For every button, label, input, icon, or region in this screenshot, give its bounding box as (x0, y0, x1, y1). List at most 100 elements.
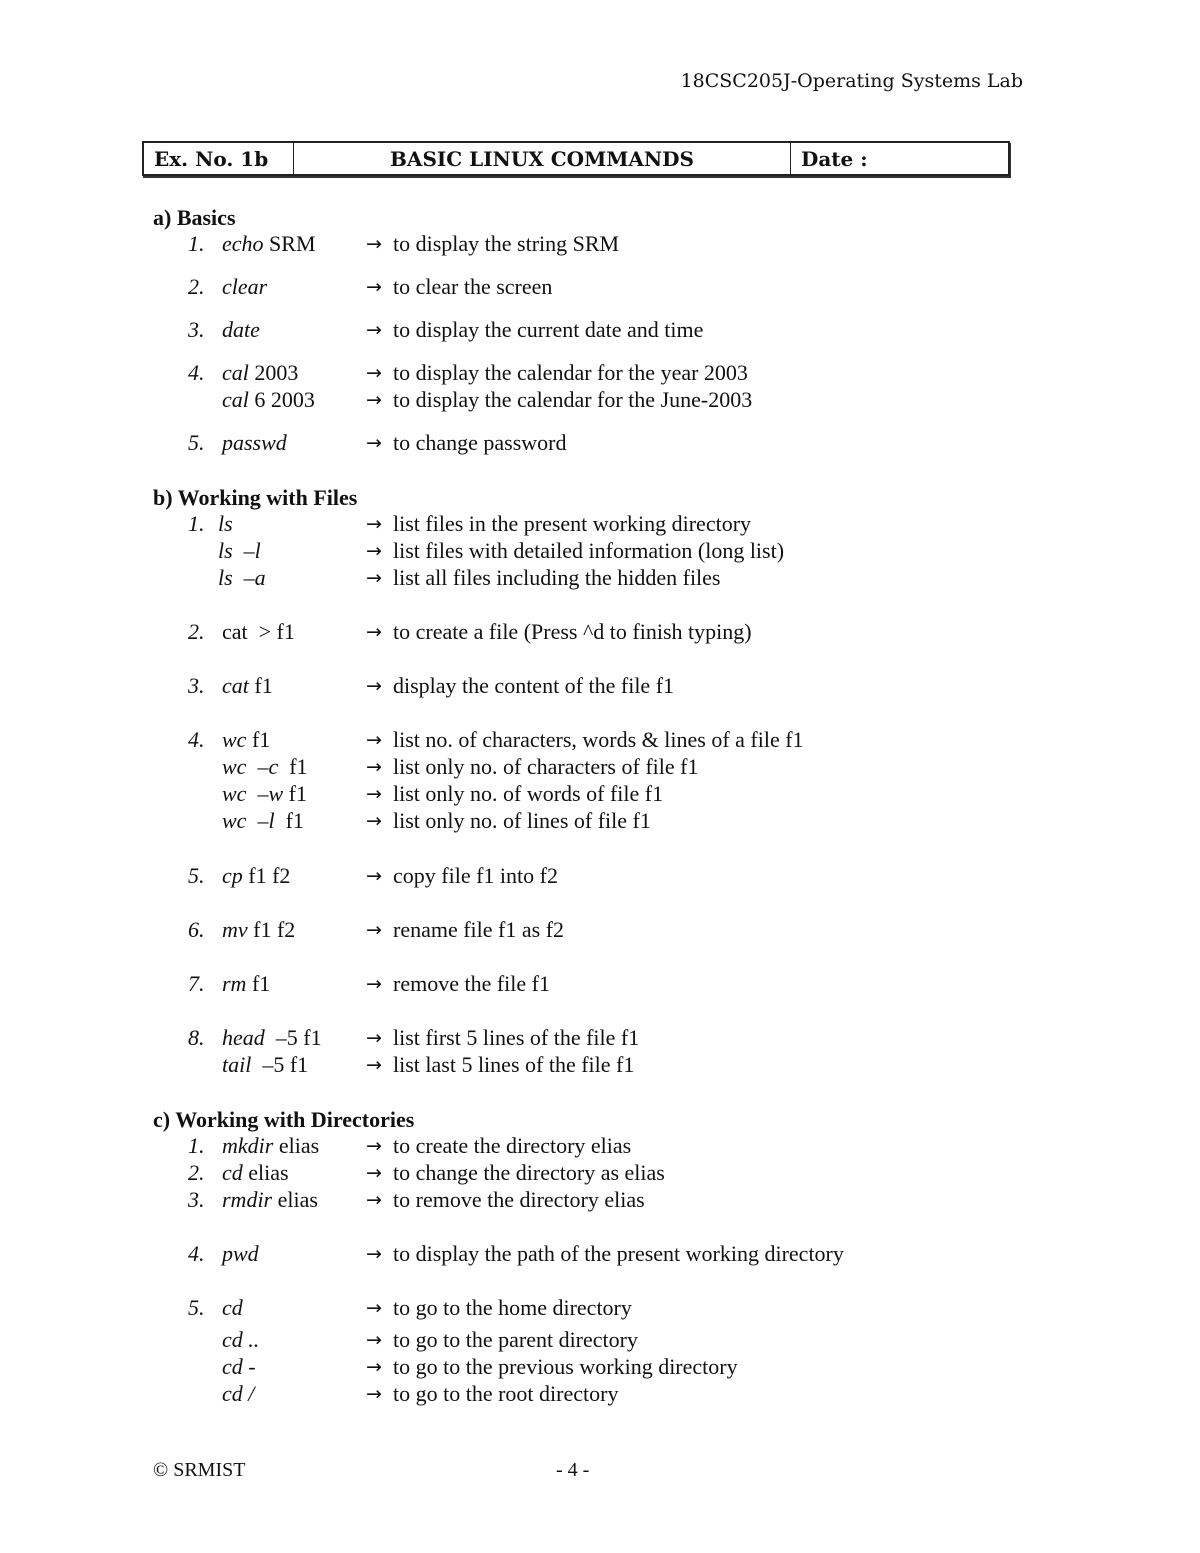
command-name: cd / (222, 1381, 255, 1406)
arrow-icon: → (366, 1383, 382, 1405)
command-name: ls –l (218, 538, 261, 563)
command-description: list files in the present working direct… (393, 511, 752, 536)
command-description: to display the string SRM (393, 231, 620, 256)
command-name: rmdir (222, 1187, 273, 1212)
command-name: ls (218, 511, 233, 536)
section-heading: b) Working with Files (153, 485, 358, 510)
arrow-icon: → (366, 1189, 382, 1211)
arrow-icon: → (366, 432, 382, 454)
command-name: tail (222, 1052, 252, 1077)
arrow-icon: → (366, 756, 382, 778)
command-description: list no. of characters, words & lines of… (393, 727, 804, 752)
command-name: mkdir (222, 1133, 274, 1158)
arrow-icon: → (366, 810, 382, 832)
command-row: 3. rmdir elias → to remove the directory el… (0, 1187, 1200, 1213)
command-text: echo SRM (222, 231, 316, 256)
footer-page-number: - 4 - (556, 1459, 590, 1481)
command-description: list only no. of characters of file f1 (393, 754, 699, 779)
command-description: list files with detailed information (lo… (393, 538, 785, 563)
arrow-icon: → (366, 233, 382, 255)
arrow-icon: → (366, 865, 382, 887)
command-text: cd .. (222, 1327, 259, 1353)
command-row: 7. rm f1 → remove the file f1 (0, 971, 1200, 997)
item-number: 3. (188, 1187, 205, 1212)
command-description: to display the calendar for the June-200… (393, 387, 753, 412)
arrow-icon: → (366, 621, 382, 643)
command-name: clear (222, 274, 268, 299)
command-text: cal 2003 (222, 360, 299, 385)
command-name: cal (222, 387, 249, 412)
command-name: date (222, 317, 260, 342)
arrow-icon: → (366, 1356, 382, 1378)
command-text: cd / (222, 1381, 254, 1407)
command-row: wc –w f1 → list only no. of words of file … (0, 781, 1200, 807)
item-number: 2. (188, 274, 205, 299)
item-number: 4. (188, 1241, 205, 1266)
exercise-title: BASIC LINUX COMMANDS (294, 143, 791, 174)
command-name: cd .. (222, 1327, 260, 1352)
arrow-icon: → (366, 1329, 382, 1351)
item-number: 2. (188, 619, 205, 644)
arrow-icon: → (366, 513, 382, 535)
command-description: to go to the parent directory (393, 1327, 638, 1352)
footer-copyright: © SRMIST (153, 1459, 246, 1481)
command-text: wc f1 (222, 727, 271, 752)
command-text: cd - (222, 1354, 256, 1380)
command-description: list only no. of words of file f1 (393, 781, 664, 806)
arrow-icon: → (366, 389, 382, 411)
command-name: cat (222, 673, 249, 698)
arrow-icon: → (366, 1054, 382, 1076)
arrow-icon: → (366, 973, 382, 995)
command-text: ls –l (218, 538, 261, 564)
command-description: to clear the screen (393, 274, 553, 299)
item-number: 2. (188, 1160, 205, 1185)
arrow-icon: → (366, 276, 382, 298)
command-row: 4. wc f1 → list no. of characters, words & … (0, 727, 1200, 753)
command-text: passwd (222, 430, 287, 456)
arrow-icon: → (366, 729, 382, 751)
section-heading: a) Basics (153, 205, 236, 230)
command-description: to change password (393, 430, 567, 455)
command-description: to display the current date and time (393, 317, 704, 342)
command-text: rm f1 (222, 971, 271, 996)
command-text: rmdir elias (222, 1187, 318, 1212)
command-name: cal (222, 360, 249, 385)
command-description: to remove the directory elias (393, 1187, 645, 1212)
command-text: wc –w f1 (222, 781, 307, 806)
command-row: 5. passwd → to change password (0, 430, 1200, 456)
item-number: 5. (188, 430, 205, 455)
command-row: cd .. → to go to the parent directory (0, 1327, 1200, 1353)
command-row: 3. cat f1 → display the content of the file… (0, 673, 1200, 699)
command-row: ls –a → list all files including the hidde… (0, 565, 1200, 591)
command-name: ls –a (218, 565, 266, 590)
arrow-icon: → (366, 675, 382, 697)
command-text: pwd (222, 1241, 259, 1267)
arrow-icon: → (366, 1243, 382, 1265)
command-text: date (222, 317, 260, 343)
command-name: wc –l (222, 808, 275, 833)
command-description: display the content of the file f1 (393, 673, 675, 698)
command-description: to change the directory as elias (393, 1160, 665, 1185)
arrow-icon: → (366, 1297, 382, 1319)
item-number: 3. (188, 673, 205, 698)
arrow-icon: → (366, 1027, 382, 1049)
section-heading: c) Working with Directories (153, 1107, 415, 1132)
arrow-icon: → (366, 567, 382, 589)
command-text: cd (222, 1295, 243, 1321)
arrow-icon: → (366, 319, 382, 341)
command-description: to go to the previous working directory (393, 1354, 738, 1379)
command-description: list all files including the hidden file… (393, 565, 721, 590)
command-row: 5. cd → to go to the home directory (0, 1295, 1200, 1321)
item-number: 8. (188, 1025, 205, 1050)
command-text: clear (222, 274, 267, 300)
command-row: 6. mv f1 f2 → rename file f1 as f2 (0, 917, 1200, 943)
command-description: to display the calendar for the year 200… (393, 360, 748, 385)
command-text: wc –c f1 (222, 754, 308, 779)
item-number: 5. (188, 1295, 205, 1320)
command-row: 1. echo SRM → to display the string SRM (0, 231, 1200, 257)
command-text: cat f1 (222, 673, 273, 698)
command-row: 4. pwd → to display the path of the present… (0, 1241, 1200, 1267)
command-description: list first 5 lines of the file f1 (393, 1025, 640, 1050)
command-text: wc –l f1 (222, 808, 304, 833)
command-name: cp (222, 863, 243, 888)
